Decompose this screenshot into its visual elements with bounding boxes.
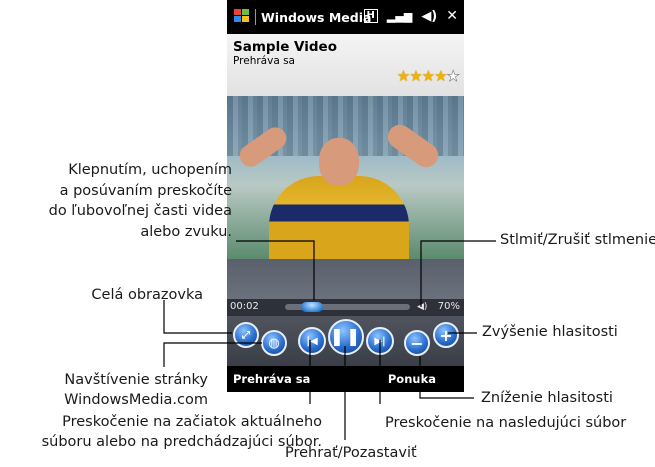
volume-down-button[interactable]: − bbox=[404, 330, 430, 356]
close-icon[interactable]: ✕ bbox=[446, 8, 458, 24]
fullscreen-callout: Celá obrazovka bbox=[91, 287, 203, 303]
globe-icon: ◍ bbox=[268, 335, 280, 351]
softkey-bar: Prehráva sa Ponuka bbox=[227, 366, 464, 392]
fullscreen-icon: ⤢ bbox=[242, 329, 250, 341]
star-empty-icon[interactable]: ★ bbox=[446, 67, 460, 86]
website-callout-line: WindowsMedia.com bbox=[64, 392, 208, 408]
website-callout-line: Navštívenie stránky bbox=[64, 372, 208, 388]
elapsed-time: 00:02 bbox=[230, 301, 259, 312]
video-figure-head bbox=[319, 138, 359, 186]
rating-stars[interactable]: ★★★★★ bbox=[397, 67, 461, 86]
star-filled-icon[interactable]: ★ bbox=[409, 67, 422, 85]
previous-button[interactable]: |◀ bbox=[298, 327, 326, 355]
play-pause-button[interactable]: ❚❚ bbox=[328, 319, 364, 355]
title-bar: Windows Media H ▂▄▆ ◀︎) ✕ bbox=[227, 0, 464, 34]
minus-icon: − bbox=[410, 333, 424, 353]
seek-callout-line: a posúvaním preskočíte bbox=[59, 182, 232, 199]
volume-up-callout: Zvýšenie hlasitosti bbox=[482, 324, 618, 340]
star-filled-icon[interactable]: ★ bbox=[434, 67, 447, 85]
seek-callout-line: alebo zvuku. bbox=[140, 223, 232, 240]
volume-up-button[interactable]: + bbox=[433, 322, 459, 348]
previous-callout-line: Preskočenie na začiatok aktuálneho bbox=[62, 414, 322, 430]
windows-start-icon[interactable] bbox=[234, 9, 252, 25]
media-title: Sample Video bbox=[233, 39, 337, 55]
seek-callout: Klepnutím, uchopením a posúvaním preskoč… bbox=[0, 160, 232, 242]
previous-callout: Preskočenie na začiatok aktuálneho súbor… bbox=[0, 412, 322, 452]
next-button[interactable]: ▶| bbox=[366, 327, 394, 355]
video-figure-body bbox=[269, 176, 409, 259]
mute-icon[interactable]: ◀︎) bbox=[417, 302, 427, 312]
softkey-left[interactable]: Prehráva sa bbox=[233, 372, 310, 386]
fullscreen-button[interactable]: ⤢ bbox=[233, 322, 259, 348]
previous-icon: |◀ bbox=[306, 335, 318, 347]
title-separator bbox=[255, 9, 256, 25]
seek-callout-line: Klepnutím, uchopením bbox=[68, 162, 232, 178]
video-frame[interactable] bbox=[227, 96, 464, 259]
seek-bar[interactable]: 00:02 ◀︎) 70% bbox=[227, 299, 464, 316]
status-icons: H ▂▄▆ ◀︎) ✕ bbox=[363, 8, 458, 24]
signal-icon: ▂▄▆ bbox=[386, 9, 413, 23]
seek-callout-line: do ľubovoľnej časti videa bbox=[48, 203, 232, 219]
media-info-header: Sample Video Prehráva sa ★★★★★ bbox=[227, 34, 464, 96]
windows-media-player-screen: Windows Media H ▂▄▆ ◀︎) ✕ Sample Video P… bbox=[227, 0, 464, 392]
star-filled-icon[interactable]: ★ bbox=[422, 67, 435, 85]
play-pause-callout: Prehrať/Pozastaviť bbox=[285, 445, 417, 461]
website-callout: Navštívenie stránky WindowsMedia.com bbox=[0, 370, 208, 410]
plus-icon: + bbox=[439, 325, 453, 345]
seek-handle[interactable] bbox=[301, 302, 323, 312]
speaker-icon: ◀︎) bbox=[421, 8, 438, 24]
next-callout: Preskočenie na nasledujúci súbor bbox=[385, 415, 627, 431]
app-title: Windows Media bbox=[261, 10, 372, 25]
next-icon: ▶| bbox=[374, 335, 386, 347]
volume-level: 70% bbox=[437, 301, 460, 312]
mute-callout: Stlmiť/Zrušiť stlmenie bbox=[500, 232, 655, 248]
softkey-menu[interactable]: Ponuka bbox=[388, 372, 436, 386]
website-button[interactable]: ◍ bbox=[261, 330, 287, 356]
previous-callout-line: súboru alebo na predchádzajúci súbor. bbox=[41, 434, 322, 450]
star-filled-icon[interactable]: ★ bbox=[397, 67, 410, 85]
pause-icon: ❚❚ bbox=[329, 327, 363, 347]
transport-controls: ⤢ ◍ |◀ ❚❚ ▶| − + bbox=[227, 316, 464, 366]
hsdpa-icon: H bbox=[363, 9, 378, 23]
video-letterbox bbox=[227, 259, 464, 299]
playback-status: Prehráva sa bbox=[233, 55, 295, 67]
volume-down-callout: Zníženie hlasitosti bbox=[481, 390, 613, 406]
